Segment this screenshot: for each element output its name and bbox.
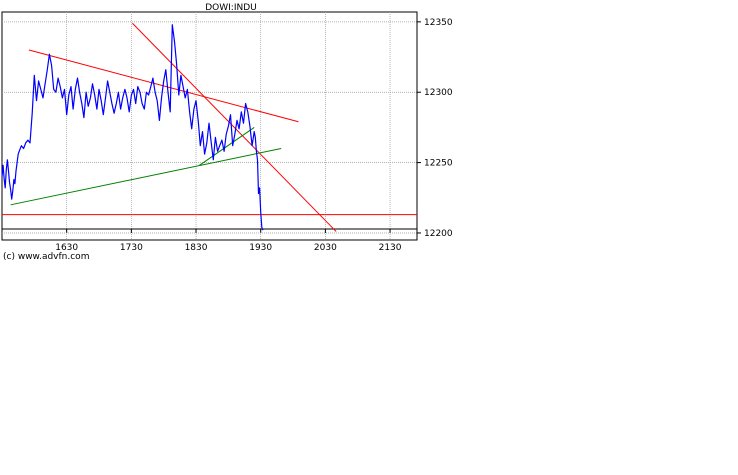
y-tick-label: 12350: [424, 18, 453, 28]
copyright-text: (c) www.advfn.com: [3, 252, 90, 262]
x-tick-label: 1830: [185, 243, 208, 253]
chart-title: DOWI:INDU: [205, 3, 257, 13]
price-chart: 1630 1730 1830 1930 2030 2130 123501230012250…: [1, 3, 453, 253]
y-tick-label: 12300: [424, 88, 453, 98]
x-tick-label: 2130: [379, 243, 402, 253]
x-tick-label: 1930: [249, 243, 272, 253]
y-tick-labels: 12350 12300 12250 12200: [424, 18, 453, 239]
y-tick-label: 12250: [424, 159, 453, 169]
y-tick-label: 12200: [424, 229, 453, 239]
x-tick-label: 1730: [120, 243, 143, 253]
x-tick-labels: 1630 1730 1830 1930 2030 2130: [55, 243, 402, 253]
x-tick-label: 2030: [314, 243, 337, 253]
